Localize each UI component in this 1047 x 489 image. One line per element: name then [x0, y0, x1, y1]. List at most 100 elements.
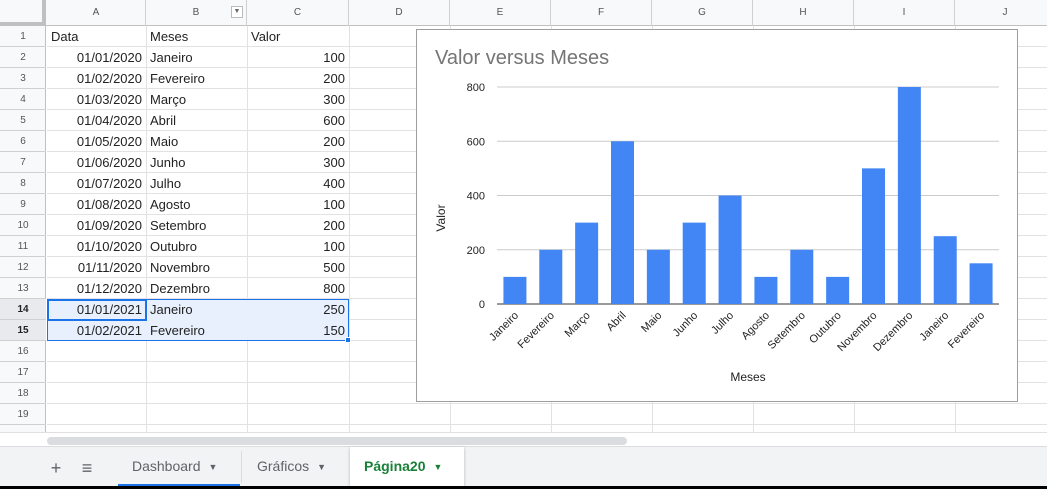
- cell-header-meses[interactable]: Meses: [146, 26, 247, 47]
- row-header[interactable]: 16: [0, 341, 46, 362]
- cell-date[interactable]: 01/09/2020: [47, 215, 146, 236]
- cell-value[interactable]: 200: [247, 68, 349, 89]
- cell-date[interactable]: 01/02/2020: [47, 68, 146, 89]
- cell-value[interactable]: 600: [247, 110, 349, 131]
- filter-dropdown-icon[interactable]: ▼: [231, 6, 243, 18]
- cell-value[interactable]: 100: [247, 47, 349, 68]
- row-header[interactable]: 5: [0, 110, 46, 131]
- chart-bar: [826, 276, 850, 304]
- cell-date[interactable]: 01/06/2020: [47, 152, 146, 173]
- row-header[interactable]: 19: [0, 404, 46, 425]
- cell-date[interactable]: 01/04/2020: [47, 110, 146, 131]
- tab-dashboard[interactable]: Dashboard ▼: [118, 447, 240, 487]
- cell-month[interactable]: Janeiro: [146, 299, 247, 320]
- chart-bar: [539, 249, 563, 304]
- cell-value[interactable]: 200: [247, 131, 349, 152]
- x-tick-label: Fevereiro: [946, 310, 987, 351]
- cell-month[interactable]: Setembro: [146, 215, 247, 236]
- cell-month[interactable]: Dezembro: [146, 278, 247, 299]
- chart-bar: [862, 168, 885, 304]
- cell-value[interactable]: 100: [247, 236, 349, 257]
- row-header[interactable]: 18: [0, 383, 46, 404]
- row-header[interactable]: 1: [0, 26, 46, 47]
- horizontal-scrollbar[interactable]: [0, 432, 1047, 446]
- row-header-selected[interactable]: 14: [0, 299, 46, 320]
- cell-value[interactable]: 300: [247, 152, 349, 173]
- column-header-c[interactable]: C: [247, 0, 349, 26]
- cell-date[interactable]: 01/03/2020: [47, 89, 146, 110]
- cell-month[interactable]: Março: [146, 89, 247, 110]
- cell-month[interactable]: Novembro: [146, 257, 247, 278]
- cell-value[interactable]: 200: [247, 215, 349, 236]
- cell-month[interactable]: Outubro: [146, 236, 247, 257]
- all-sheets-button[interactable]: ≡: [76, 457, 98, 479]
- column-header-e[interactable]: E: [450, 0, 551, 26]
- cell-value[interactable]: 150: [247, 320, 349, 341]
- row-header[interactable]: 12: [0, 257, 46, 278]
- add-sheet-button[interactable]: +: [45, 457, 67, 479]
- cell-date[interactable]: 01/12/2020: [47, 278, 146, 299]
- cell-date[interactable]: 01/11/2020: [47, 257, 146, 278]
- cell-date[interactable]: 01/05/2020: [47, 131, 146, 152]
- chart-bar: [718, 195, 742, 304]
- row-header[interactable]: 10: [0, 215, 46, 236]
- row-header[interactable]: 17: [0, 362, 46, 383]
- column-header-b[interactable]: B ▼: [146, 0, 247, 26]
- cell-value[interactable]: 400: [247, 173, 349, 194]
- column-header-f[interactable]: F: [551, 0, 652, 26]
- cell-date[interactable]: 01/02/2021: [47, 320, 146, 341]
- row-header[interactable]: 4: [0, 89, 46, 110]
- cell-header-data[interactable]: Data: [47, 26, 146, 47]
- cell-date[interactable]: 01/08/2020: [47, 194, 146, 215]
- row-header[interactable]: 2: [0, 47, 46, 68]
- chevron-down-icon[interactable]: ▼: [209, 448, 218, 486]
- tab-graficos[interactable]: Gráficos ▼: [243, 447, 347, 487]
- column-header-j[interactable]: J: [955, 0, 1047, 26]
- cell-date[interactable]: 01/01/2021: [47, 299, 146, 320]
- cell-value[interactable]: 250: [247, 299, 349, 320]
- cell-date[interactable]: 01/07/2020: [47, 173, 146, 194]
- row-header[interactable]: 3: [0, 68, 46, 89]
- row-header[interactable]: 13: [0, 278, 46, 299]
- row-header[interactable]: 8: [0, 173, 46, 194]
- row-header[interactable]: 6: [0, 131, 46, 152]
- bar-chart[interactable]: Valor versus Meses 0 200 400 600 800 Janeiro F…: [416, 29, 1018, 402]
- row-header[interactable]: 11: [0, 236, 46, 257]
- tab-divider: [241, 451, 242, 483]
- row-header-bar: 1 2 3 4 5 6 7 8 9 10 11 12 13 14 15 16 1…: [0, 26, 46, 436]
- cell-value[interactable]: 500: [247, 257, 349, 278]
- cell-value[interactable]: 300: [247, 89, 349, 110]
- chevron-down-icon[interactable]: ▼: [433, 448, 442, 486]
- x-tick-label: Junho: [671, 310, 701, 340]
- y-tick-label: 800: [467, 82, 485, 94]
- column-header-i[interactable]: I: [854, 0, 955, 26]
- cell-month[interactable]: Fevereiro: [146, 68, 247, 89]
- column-header-g[interactable]: G: [652, 0, 753, 26]
- cell-value[interactable]: 100: [247, 194, 349, 215]
- row-header[interactable]: 9: [0, 194, 46, 215]
- column-header-a[interactable]: A: [47, 0, 146, 26]
- select-all-corner[interactable]: [0, 0, 46, 26]
- chart-bar: [969, 263, 993, 304]
- cell-header-valor[interactable]: Valor: [247, 26, 349, 47]
- sheet-tab-bar: + ≡ Dashboard ▼ Gráficos ▼ Página20 ▼: [0, 446, 1047, 489]
- cell-month[interactable]: Maio: [146, 131, 247, 152]
- cell-month[interactable]: Junho: [146, 152, 247, 173]
- cell-date[interactable]: 01/10/2020: [47, 236, 146, 257]
- tab-pagina20[interactable]: Página20 ▼: [350, 447, 464, 487]
- cell-month[interactable]: Fevereiro: [146, 320, 247, 341]
- cell-date[interactable]: 01/01/2020: [47, 47, 146, 68]
- cell-month[interactable]: Abril: [146, 110, 247, 131]
- cell-month[interactable]: Janeiro: [146, 47, 247, 68]
- chevron-down-icon[interactable]: ▼: [317, 448, 326, 486]
- y-tick-label: 0: [479, 299, 485, 311]
- cell-month[interactable]: Agosto: [146, 194, 247, 215]
- cell-month[interactable]: Julho: [146, 173, 247, 194]
- row-header-selected[interactable]: 15: [0, 320, 46, 341]
- row-header[interactable]: 7: [0, 152, 46, 173]
- column-header-h[interactable]: H: [753, 0, 854, 26]
- scrollbar-thumb[interactable]: [47, 437, 627, 445]
- cell-value[interactable]: 800: [247, 278, 349, 299]
- column-header-b-label: B: [192, 7, 200, 18]
- column-header-d[interactable]: D: [349, 0, 450, 26]
